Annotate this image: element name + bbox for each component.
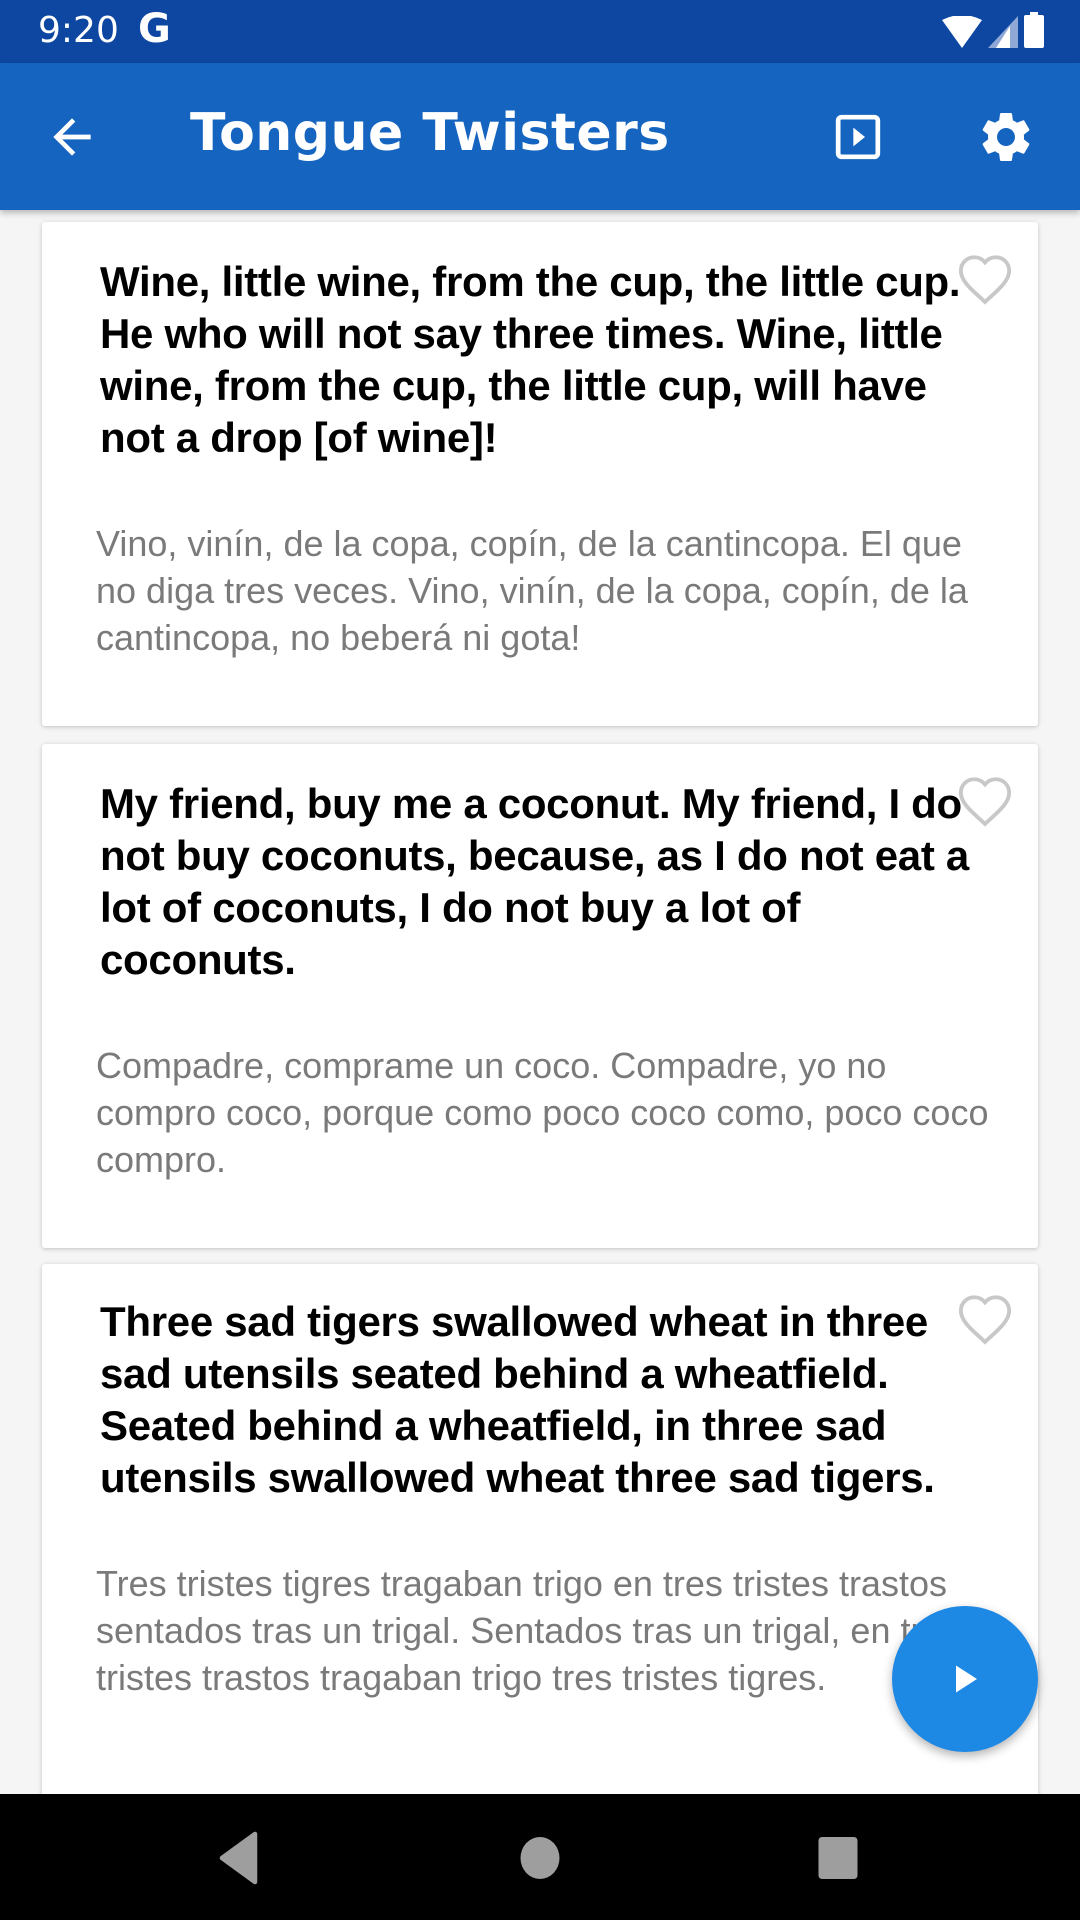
system-nav-bar	[0, 1794, 1080, 1920]
settings-icon	[982, 112, 1030, 161]
recents-square-icon	[818, 1837, 858, 1879]
cell-signal-icon	[988, 16, 1018, 48]
app-bar: Tongue Twisters	[0, 63, 1080, 210]
play-fab[interactable]	[892, 1606, 1038, 1752]
favorite-button[interactable]	[956, 774, 1014, 828]
nav-home-button[interactable]	[510, 1828, 570, 1888]
favorite-button[interactable]	[956, 1292, 1014, 1346]
english-text: Wine, little wine, from the cup, the lit…	[100, 258, 961, 461]
heart-outline-icon	[958, 1295, 1012, 1345]
heart-outline-icon	[958, 777, 1012, 827]
back-button[interactable]	[44, 109, 100, 165]
slideshow-icon	[835, 114, 881, 160]
status-icons	[942, 12, 1044, 48]
slideshow-button[interactable]	[830, 109, 886, 165]
english-text: Three sad tigers swallowed wheat in thre…	[100, 1298, 935, 1501]
status-bar: 9:20 G	[0, 0, 1080, 63]
status-time: 9:20	[38, 10, 119, 51]
twister-card[interactable]: Wine, little wine, from the cup, the lit…	[42, 222, 1038, 726]
arrow-back-icon	[53, 118, 91, 156]
tongue-twister-list[interactable]: Wine, little wine, from the cup, the lit…	[0, 210, 1080, 1794]
english-text: My friend, buy me a coconut. My friend, …	[100, 780, 969, 983]
back-triangle-icon	[219, 1831, 258, 1885]
favorite-button[interactable]	[956, 252, 1014, 306]
spanish-text: Compadre, comprame un coco. Compadre, yo…	[96, 1045, 989, 1180]
home-circle-icon	[520, 1837, 560, 1879]
nav-recents-button[interactable]	[808, 1828, 868, 1888]
heart-outline-icon	[958, 255, 1012, 305]
page-title: Tongue Twisters	[190, 103, 670, 163]
play-icon	[956, 1665, 977, 1693]
google-notification-icon: G	[138, 6, 171, 52]
nav-back-button[interactable]	[210, 1828, 270, 1888]
settings-button[interactable]	[976, 107, 1036, 167]
twister-card[interactable]: My friend, buy me a coconut. My friend, …	[42, 744, 1038, 1248]
spanish-text: Tres tristes tigres tragaban trigo en tr…	[96, 1563, 961, 1698]
twister-card[interactable]: Three sad tigers swallowed wheat in thre…	[42, 1264, 1038, 1794]
battery-icon	[1024, 12, 1044, 48]
spanish-text: Vino, vinín, de la copa, copín, de la ca…	[96, 523, 968, 658]
wifi-icon	[942, 16, 982, 48]
